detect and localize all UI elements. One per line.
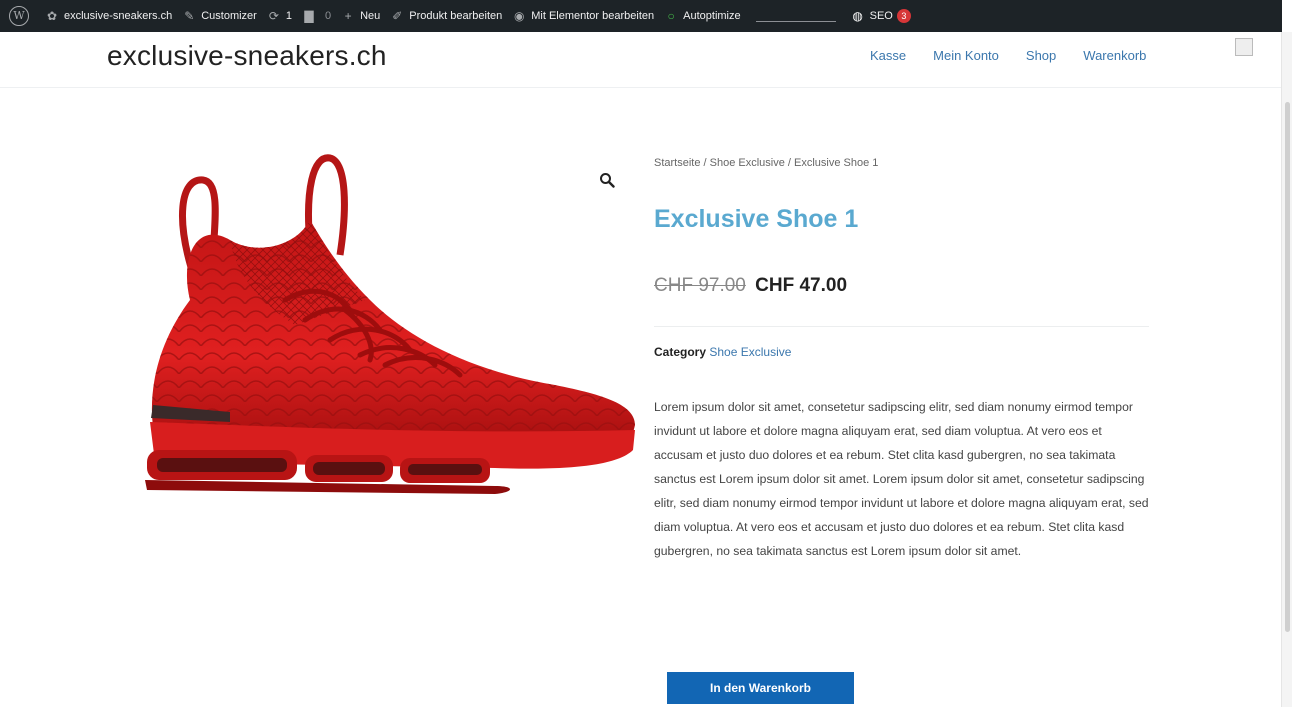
plus-icon: + — [344, 9, 352, 23]
site-header: exclusive-sneakers.ch Kasse Mein Konto S… — [0, 32, 1282, 88]
sale-price: CHF 47.00 — [755, 275, 848, 296]
nav-item-kasse[interactable]: Kasse — [870, 48, 906, 63]
edit-product-link[interactable]: ✐ Produkt bearbeiten — [385, 0, 507, 32]
main-navigation: Kasse Mein Konto Shop Warenkorb — [870, 48, 1173, 63]
product-description: Lorem ipsum dolor sit amet, consetetur s… — [654, 400, 1149, 558]
new-label: Neu — [360, 10, 381, 22]
zoom-icon — [600, 173, 615, 188]
comments-link[interactable]: ▇ 0 — [297, 0, 336, 32]
divider — [654, 326, 1149, 327]
brush-icon: ✎ — [184, 9, 195, 23]
product-price: CHF 97.00 CHF 47.00 — [654, 275, 847, 297]
wordpress-icon: W — [9, 6, 29, 26]
dashboard-icon: ✿ — [46, 9, 58, 23]
new-content-link[interactable]: + Neu — [336, 0, 385, 32]
seo-badge: 3 — [896, 9, 911, 23]
site-title[interactable]: exclusive-sneakers.ch — [107, 40, 387, 72]
autoptimize-link[interactable]: ○ Autoptimize — [659, 0, 745, 32]
sneaker-illustration — [145, 154, 635, 494]
status-dot-icon: ○ — [667, 9, 675, 23]
user-avatar-icon[interactable] — [1235, 38, 1253, 56]
pencil-icon: ✐ — [392, 9, 403, 23]
category-link[interactable]: Shoe Exclusive — [709, 345, 791, 359]
seo-label: SEO — [869, 10, 893, 22]
admin-bar: W ✿ exclusive-sneakers.ch ✎ Customizer ⟳ 1 … — [0, 0, 1282, 32]
updates-link[interactable]: ⟳ 1 — [262, 0, 297, 32]
nav-item-warenkorb[interactable]: Warenkorb — [1083, 48, 1146, 63]
product-category: Category Shoe Exclusive — [654, 345, 791, 359]
site-name-label: exclusive-sneakers.ch — [64, 10, 173, 22]
updates-count: 1 — [285, 10, 292, 22]
comments-count: 0 — [324, 10, 332, 22]
zoom-button[interactable] — [597, 170, 617, 190]
updates-icon: ⟳ — [268, 9, 279, 23]
customizer-label: Customizer — [201, 10, 257, 22]
scrollbar-thumb[interactable] — [1285, 102, 1290, 632]
toolbar-separator — [755, 11, 836, 22]
product-image[interactable] — [135, 150, 640, 500]
seo-icon: ◍ — [852, 9, 863, 23]
autoptimize-label: Autoptimize — [683, 10, 741, 22]
elementor-icon: ◉ — [513, 9, 525, 23]
comment-icon: ▇ — [304, 9, 314, 23]
add-to-cart-button[interactable]: In den Warenkorb — [667, 672, 854, 704]
edit-product-label: Produkt bearbeiten — [409, 10, 503, 22]
product-title: Exclusive Shoe 1 — [654, 205, 859, 233]
wordpress-menu[interactable]: W — [0, 0, 40, 32]
page-scrollbar[interactable] — [1281, 32, 1292, 707]
old-price: CHF 97.00 — [654, 275, 746, 296]
nav-item-mein-konto[interactable]: Mein Konto — [933, 48, 999, 63]
seo-link[interactable]: ◍ SEO 3 — [846, 0, 916, 32]
category-label: Category — [654, 345, 707, 359]
site-name-link[interactable]: ✿ exclusive-sneakers.ch — [40, 0, 177, 32]
breadcrumb[interactable]: Startseite / Shoe Exclusive / Exclusive … — [654, 157, 878, 169]
elementor-label: Mit Elementor bearbeiten — [531, 10, 655, 22]
nav-item-shop[interactable]: Shop — [1026, 48, 1056, 63]
customizer-link[interactable]: ✎ Customizer — [177, 0, 262, 32]
elementor-link[interactable]: ◉ Mit Elementor bearbeiten — [507, 0, 659, 32]
